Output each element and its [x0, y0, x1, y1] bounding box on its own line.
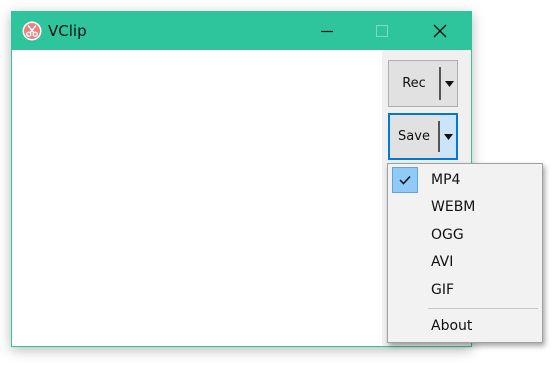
save-dropdown-button[interactable]	[440, 115, 456, 158]
menu-item-about[interactable]: About	[390, 313, 540, 339]
menu-item-ogg[interactable]: OGG	[390, 222, 540, 248]
caret-down-icon	[444, 80, 454, 87]
rec-dropdown-button[interactable]	[441, 61, 457, 106]
maximize-icon	[376, 25, 388, 37]
menu-item-label: AVI	[431, 254, 454, 270]
menu-item-webm[interactable]: WEBM	[390, 194, 540, 220]
menu-item-label: WEBM	[431, 199, 476, 215]
maximize-button[interactable]	[359, 12, 405, 50]
save-button[interactable]: Save	[390, 115, 438, 158]
caret-down-icon	[443, 133, 453, 140]
menu-check-box	[392, 167, 418, 193]
menu-item-gif[interactable]: GIF	[390, 277, 540, 303]
close-icon	[433, 24, 447, 38]
menu-item-mp4[interactable]: MP4	[390, 167, 540, 193]
minimize-icon	[321, 30, 333, 33]
rec-split-button: Rec	[388, 60, 458, 107]
minimize-button[interactable]	[304, 12, 350, 50]
scissors-icon	[22, 21, 42, 41]
save-split-button: Save	[388, 113, 458, 160]
menu-separator	[428, 308, 538, 309]
menu-item-label: GIF	[431, 282, 455, 298]
checkmark-icon	[399, 175, 411, 185]
format-dropdown-menu: MP4 WEBM OGG AVI GIF About	[387, 163, 543, 343]
title-bar[interactable]: VClip	[12, 12, 471, 50]
rec-button[interactable]: Rec	[389, 61, 439, 106]
menu-item-label: MP4	[431, 172, 461, 188]
desktop: VClip Rec Save MP4 WEBM OGG AVI GIF Abou…	[0, 0, 557, 366]
menu-item-avi[interactable]: AVI	[390, 249, 540, 275]
close-button[interactable]	[417, 12, 463, 50]
menu-item-label: OGG	[431, 227, 464, 243]
window-title: VClip	[48, 22, 87, 40]
menu-item-label: About	[431, 318, 473, 334]
